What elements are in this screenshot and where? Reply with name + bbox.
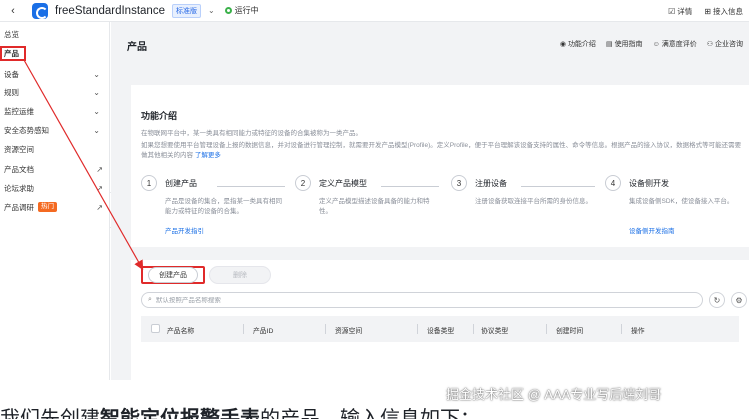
settings-button[interactable]: ⚙ [731,292,747,308]
chevron-down-icon[interactable]: ⌄ [208,6,215,15]
column-divider [417,324,418,334]
column-actions: 操作 [631,328,645,335]
create-product-button[interactable]: 创建产品 [141,266,205,284]
sidebar-item-security[interactable]: 安全态势感知 ⌄ [0,122,110,138]
satisfaction-link[interactable]: ☺ 满意度评价 [653,39,697,49]
sidebar-item-resource-space[interactable]: 资源空间 [0,141,110,157]
column-device-type: 设备类型 [427,328,455,335]
access-info-icon: ⊞ [704,6,711,16]
chevron-down-icon: ⌄ [93,125,100,135]
column-divider [621,324,622,334]
step-description: 注册设备获取连接平台所需的身份信息。 [475,198,592,205]
book-icon: ▤ [605,41,613,48]
chevron-down-icon: ⌄ [93,87,100,97]
external-link-icon: ↗ [96,164,103,174]
step-number: 4 [605,175,621,191]
column-divider [325,324,326,334]
intro-description: 在物联网平台中，某一类具有相同能力或特征的设备的合集被称为一类产品。 [141,130,362,137]
search-box: ⌕ [141,292,703,308]
article-sentence: 我们先创建智能定位报警手表的产品，输入信息如下： [0,406,480,419]
intro-card: 功能介绍 在物联网平台中，某一类具有相同能力或特征的设备的合集被称为一类产品。 … [131,85,749,247]
select-all-checkbox[interactable] [151,324,160,333]
step-description: 集成设备侧SDK，使设备接入平台。 [629,198,734,205]
chevron-down-icon: ⌄ [93,106,100,116]
status-running-icon [224,7,232,14]
instance-logo-icon [32,2,48,19]
top-right-links: ☑ 详情 ⊞ 接入信息 [668,0,743,22]
step-connector [217,186,285,187]
step-connector [381,186,439,187]
user-guide-link[interactable]: ▤ 使用指南 [606,39,643,49]
sidebar-item-rules[interactable]: 规则 ⌄ [0,84,110,100]
sidebar-item-overview[interactable]: 总览 [0,26,110,42]
hot-badge: 热门 [38,202,57,212]
top-bar: ‹ freeStandardInstance 标准版 ⌄ 运行中 ☑ 详情 ⊞ 接入… [0,0,749,22]
feature-intro-link[interactable]: ◉ 功能介绍 [560,39,596,49]
status-text: 运行中 [234,6,259,15]
eye-icon: ◉ [559,41,566,48]
intro-title: 功能介绍 [141,111,178,121]
smile-icon: ☺ [652,41,660,48]
step-connector [521,186,595,187]
step-title: 定义产品模型 [319,179,367,188]
external-link-icon: ↗ [96,183,103,193]
refresh-icon: ↻ [713,295,721,305]
search-input[interactable] [155,296,656,304]
chevron-down-icon: ⌄ [93,69,100,79]
refresh-button[interactable]: ↻ [709,292,725,308]
search-icon: ⌕ [148,296,152,303]
chevron-left-icon[interactable]: ‹ [6,0,20,22]
column-protocol-type: 协议类型 [481,328,509,335]
product-list-card: 创建产品 删除 ⌕ ↻ ⚙ 产品名称 产品ID 资源空间 设备类型 协议类型 创… [131,260,749,380]
table-header: 产品名称 产品ID 资源空间 设备类型 协议类型 创建时间 操作 [141,316,739,342]
sidebar-item-survey[interactable]: 产品调研 热门 ↗ [0,199,110,215]
page-header: 产品 ◉ 功能介绍 ▤ 使用指南 ☺ 满意度评价 ⚇ 企业咨询 [127,22,749,68]
step-title: 设备侧开发 [629,179,669,188]
intro-detail: 如果您想要使用平台管理设备上报的数据信息，并对设备进行管理控制，就需要开发产品模… [141,142,742,159]
detail-icon: ☑ [668,6,676,16]
step-title: 注册设备 [475,179,507,188]
sidebar-item-product-docs[interactable]: 产品文档 ↗ [0,161,110,177]
edition-badge: 标准版 [171,3,201,18]
instance-name: freeStandardInstance [55,4,165,17]
sidebar-item-monitoring[interactable]: 监控运维 ⌄ [0,103,110,119]
column-created-time: 创建时间 [556,328,584,335]
column-divider [546,324,547,334]
gear-icon: ⚙ [735,295,743,305]
step-title: 创建产品 [165,179,197,188]
learn-more-link[interactable]: 了解更多 [195,152,221,159]
product-dev-guide-link[interactable]: 产品开发指引 [165,225,204,235]
page-title: 产品 [127,41,147,53]
watermark: 掘金技术社区 @ AAA专业写后端刘哥 [446,387,662,402]
column-product-name: 产品名称 [167,328,195,335]
detail-link[interactable]: ☑ 详情 [668,6,692,17]
step-number: 1 [141,175,157,191]
main-content: 产品 ◉ 功能介绍 ▤ 使用指南 ☺ 满意度评价 ⚇ 企业咨询 功能介绍 在物联网平台中… [111,22,749,380]
enterprise-consult-link[interactable]: ⚇ 企业咨询 [707,39,743,49]
delete-button[interactable]: 删除 [209,266,271,284]
step-description: 产品是设备的集合，是指某一类具有相同能力或特征的设备的合集。 [165,198,282,215]
sidebar-item-product[interactable]: 产品 [0,46,26,61]
column-divider [243,324,244,334]
header-links: ◉ 功能介绍 ▤ 使用指南 ☺ 满意度评价 ⚇ 企业咨询 [560,39,743,49]
device-dev-guide-link[interactable]: 设备侧开发指南 [629,225,675,235]
column-resource-space: 资源空间 [335,328,363,335]
sidebar: 总览 产品 设备 ⌄ 规则 ⌄ 监控运维 ⌄ 安全态势感知 ⌄ 资源空间 产品文档 ↗ 论… [0,22,110,380]
people-icon: ⚇ [706,41,713,48]
sidebar-item-forum[interactable]: 论坛求助 ↗ [0,180,110,196]
column-product-id: 产品ID [253,328,274,335]
column-divider [473,324,474,334]
step-number: 3 [451,175,467,191]
external-link-icon: ↗ [96,202,103,212]
step-description: 定义产品模型描述设备具备的能力和特性。 [319,198,430,215]
step-number: 2 [295,175,311,191]
access-info-link[interactable]: ⊞ 接入信息 [704,6,743,17]
sidebar-item-device[interactable]: 设备 ⌄ [0,66,110,82]
